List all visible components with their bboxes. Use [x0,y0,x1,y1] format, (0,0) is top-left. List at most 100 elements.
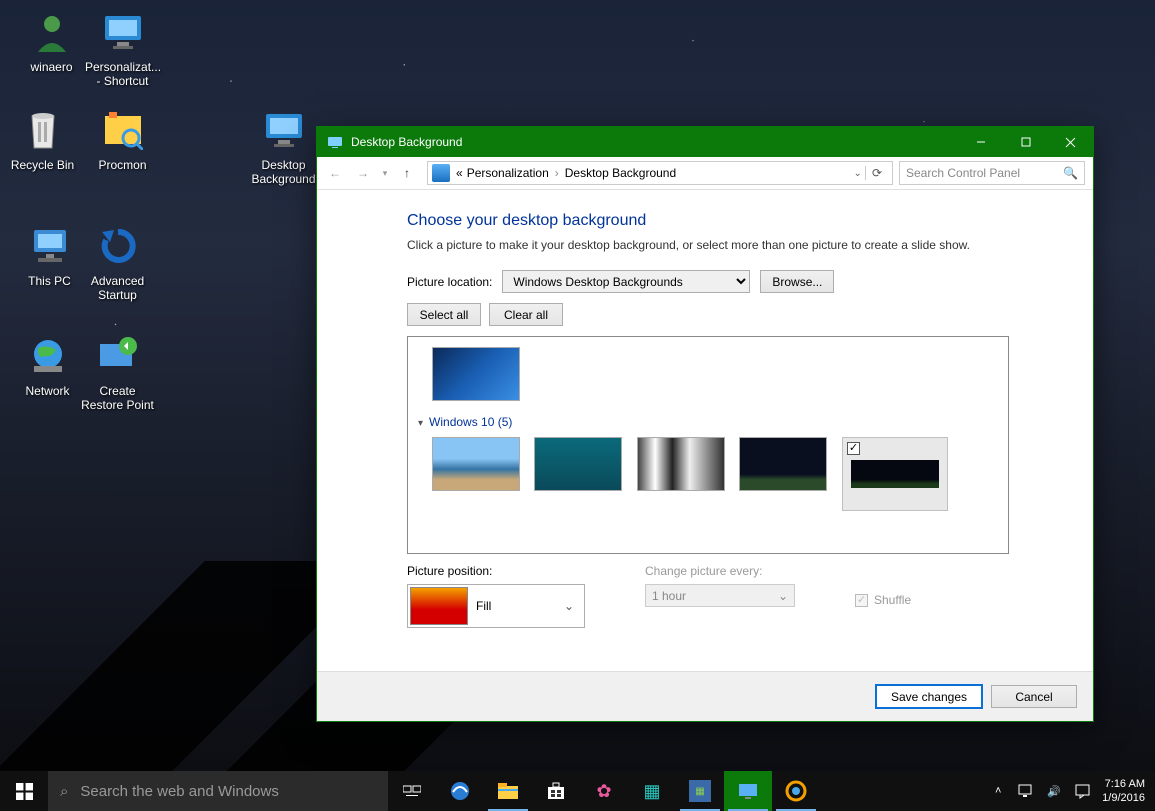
refresh-icon[interactable]: ⟳ [865,166,888,180]
icon-label: Desktop Background [246,158,321,187]
desktop-icon-create-restore-point[interactable]: Create Restore Point [80,332,155,413]
wallpaper-gallery[interactable]: Windows 10 (5) [407,336,1009,554]
breadcrumb-prefix: « [456,166,463,180]
taskbar-app-pink[interactable]: ✿ [580,771,628,811]
wallpaper-thumb[interactable] [637,437,725,491]
globe-icon [24,332,72,380]
tray-network-icon[interactable] [1018,783,1034,799]
taskbar-app-control-panel[interactable] [724,771,772,811]
taskbar-app-browser[interactable] [772,771,820,811]
clock-date: 1/9/2016 [1102,791,1145,805]
icon-label: Procmon [85,158,160,172]
bin-icon [19,106,67,154]
procmon-icon [99,106,147,154]
pc-icon [26,222,74,270]
address-bar[interactable]: « Personalization › Desktop Background ⌄… [427,161,893,185]
desktop-icon-desktop-background[interactable]: Desktop Background [246,106,321,187]
taskbar-search-placeholder: Search the web and Windows [80,783,278,800]
save-changes-button[interactable]: Save changes [875,684,983,709]
desktop-icon-network[interactable]: Network [10,332,85,398]
task-view-button[interactable] [388,771,436,811]
change-interval-select: 1 hour ⌄ [645,584,795,607]
window-buttons [958,127,1093,157]
icon-label: Network [10,384,85,398]
up-button[interactable]: ↑ [393,159,421,187]
addr-dropdown-icon[interactable]: ⌄ [854,168,865,179]
desktop: winaeroPersonalizat... - Shortcut Recycle… [0,0,1155,811]
wallpaper-thumb-selected[interactable] [842,437,948,511]
window-footer: Save changes Cancel [317,671,1093,721]
nav-bar: ← → ▾ ↑ « Personalization › Desktop Back… [317,157,1093,190]
picture-location-select[interactable]: Windows Desktop Backgrounds [502,270,750,293]
wallpaper-thumb[interactable] [432,437,520,491]
window-title: Desktop Background [351,135,958,149]
tray-notifications-icon[interactable] [1074,783,1090,799]
taskbar-clock[interactable]: 7:16 AM 1/9/2016 [1102,777,1145,806]
wallpaper-thumb[interactable] [534,437,622,491]
back-button[interactable]: ← [321,159,349,187]
clear-all-button[interactable]: Clear all [489,303,563,326]
group-header-windows10[interactable]: Windows 10 (5) [418,415,998,429]
desktop-icon-advanced-startup[interactable]: Advanced Startup [80,222,155,303]
change-picture-every-label: Change picture every: [645,564,795,578]
picture-position-value: Fill [468,599,564,613]
taskbar-app-store[interactable] [532,771,580,811]
page-subtitle: Click a picture to make it your desktop … [407,238,1077,252]
taskbar-app-edge[interactable] [436,771,484,811]
search-placeholder: Search Control Panel [906,166,1020,180]
taskbar-search[interactable]: ⌕ Search the web and Windows [48,771,388,811]
thumb-checkbox[interactable] [847,442,860,455]
minimize-button[interactable] [958,127,1003,157]
window-body: Choose your desktop background Click a p… [317,190,1093,671]
breadcrumb-desktop-background[interactable]: Desktop Background [561,166,680,180]
forward-button[interactable]: → [349,159,377,187]
recent-dropdown[interactable]: ▾ [377,159,393,187]
start-button[interactable] [0,771,48,811]
breadcrumb-sep-icon: › [553,166,561,180]
desktop-icon-this-pc[interactable]: This PC [12,222,87,288]
icon-label: This PC [12,274,87,288]
browse-button[interactable]: Browse... [760,270,834,293]
system-tray: ˄ 🔊 7:16 AM 1/9/2016 [980,777,1155,806]
tray-chevron-up-icon[interactable]: ˄ [990,783,1006,799]
page-title: Choose your desktop background [407,212,1077,230]
tray-volume-icon[interactable]: 🔊 [1046,783,1062,799]
search-icon: 🔍 [1063,166,1078,180]
icon-label: Advanced Startup [80,274,155,303]
picture-position-select[interactable]: Fill ⌄ [407,584,585,628]
desktop-icon-recycle-bin[interactable]: Recycle Bin [5,106,80,172]
refresh-icon [94,222,142,270]
person-icon [28,8,76,56]
monitor-icon [260,106,308,154]
title-bar[interactable]: Desktop Background [317,127,1093,157]
restore-icon [94,332,142,380]
taskbar: ⌕ Search the web and Windows ✿ ▦ ▦ ˄ 🔊 7… [0,771,1155,811]
icon-label: winaero [14,60,89,74]
breadcrumb-personalization[interactable]: Personalization [463,166,553,180]
select-all-button[interactable]: Select all [407,303,481,326]
wallpaper-thumb[interactable] [432,347,520,401]
close-button[interactable] [1048,127,1093,157]
clock-time: 7:16 AM [1102,777,1145,791]
desktop-icon-procmon[interactable]: Procmon [85,106,160,172]
monitor-icon [99,8,147,56]
taskbar-app-regedit[interactable]: ▦ [676,771,724,811]
maximize-button[interactable] [1003,127,1048,157]
desktop-icon-personalizat-shortcut[interactable]: Personalizat... - Shortcut [85,8,160,89]
window-icon [325,132,345,152]
search-icon: ⌕ [60,783,68,800]
picture-location-label: Picture location: [407,275,492,289]
wallpaper-thumb[interactable] [739,437,827,491]
icon-label: Create Restore Point [80,384,155,413]
icon-label: Personalizat... - Shortcut [85,60,160,89]
picture-position-label: Picture position: [407,564,585,578]
taskbar-app-explorer[interactable] [484,771,532,811]
chevron-down-icon: ⌄ [564,599,582,613]
taskbar-app-teal[interactable]: ▦ [628,771,676,811]
position-preview-icon [410,587,468,625]
cancel-button[interactable]: Cancel [991,685,1077,708]
desktop-icon-winaero[interactable]: winaero [14,8,89,74]
desktop-background-window: Desktop Background ← → ▾ ↑ « Personaliza… [316,126,1094,722]
icon-label: Recycle Bin [5,158,80,172]
search-input[interactable]: Search Control Panel 🔍 [899,161,1085,185]
